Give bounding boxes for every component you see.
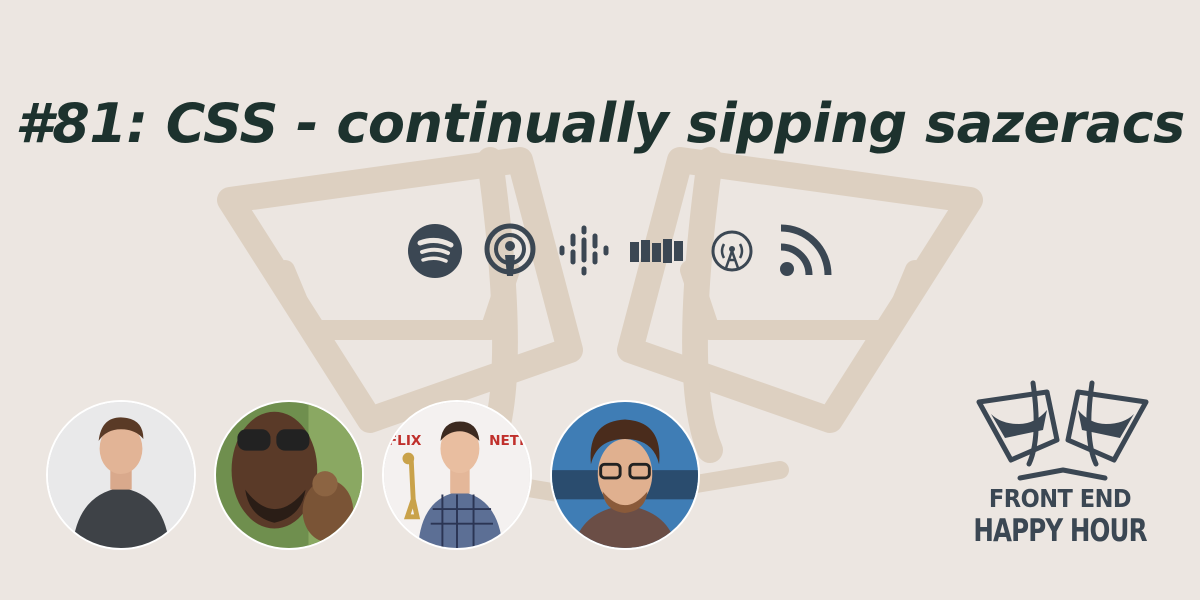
svg-text:FLIX: FLIX (388, 433, 422, 449)
host-avatar-2 (214, 400, 364, 550)
overcast-icon[interactable] (708, 222, 756, 280)
spotify-icon[interactable] (406, 222, 464, 280)
host-photo-1 (48, 402, 194, 548)
host-avatar-3: FLIX NETF (382, 400, 532, 550)
host-photo-3: FLIX NETF (384, 402, 530, 548)
brand-wordmark: FRONT END HAPPY HOUR (960, 484, 1160, 548)
host-avatar-4 (550, 400, 700, 550)
apple-podcasts-icon[interactable] (482, 222, 538, 280)
rss-feed-icon[interactable] (778, 222, 834, 280)
front-end-happy-hour-logo (976, 380, 1149, 481)
host-photo-2 (216, 402, 362, 548)
host-avatar-1 (46, 400, 196, 550)
brand-line-2: HAPPY HOUR (973, 513, 1147, 549)
episode-title: #81: CSS - continually sipping sazeracs (15, 92, 1185, 155)
brand-line-1: FRONT END (988, 484, 1132, 513)
platform-links (406, 222, 836, 280)
stitcher-icon[interactable] (630, 222, 686, 280)
host-photo-4 (552, 402, 698, 548)
google-podcasts-icon[interactable] (556, 222, 612, 280)
